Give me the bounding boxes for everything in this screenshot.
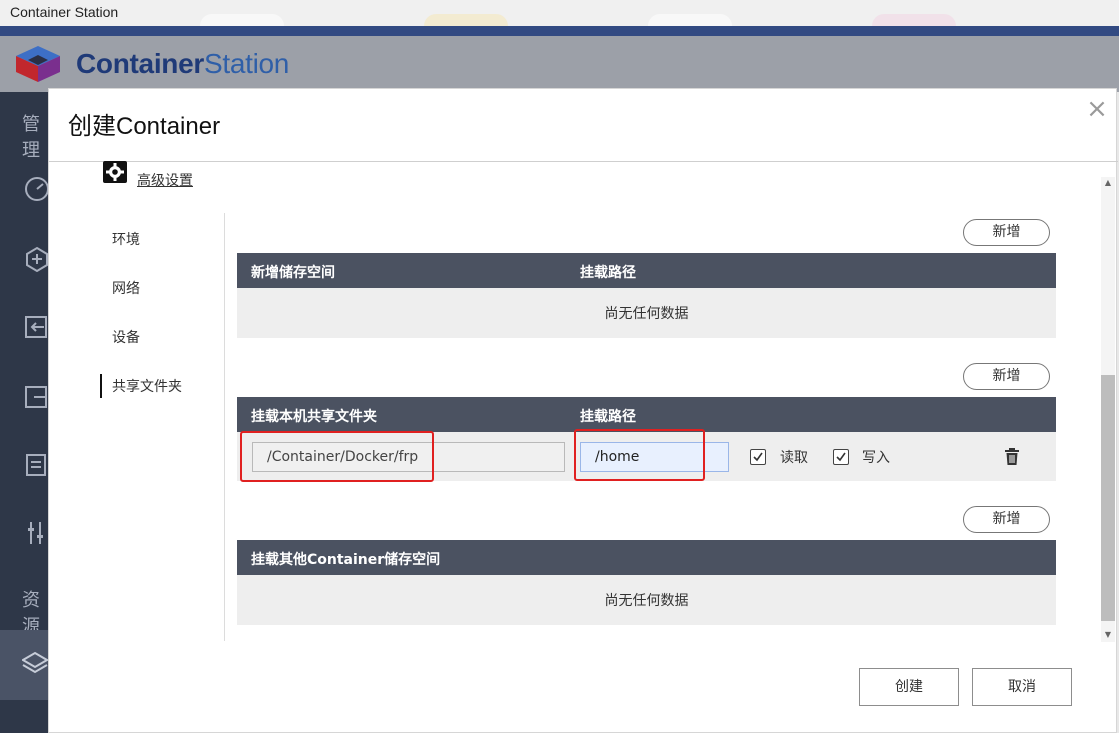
scroll-up-icon[interactable]: ▲ [1101,177,1115,189]
col-mount-path: 挂载路径 [580,265,636,281]
nav-device[interactable]: 设备 [112,327,140,347]
trash-icon[interactable] [1004,448,1020,466]
cancel-button[interactable]: 取消 [972,668,1072,706]
layers-icon [22,651,48,674]
read-label: 读取 [780,450,808,466]
create-button[interactable]: 创建 [859,668,959,706]
col-mount-path: 挂载路径 [580,409,636,425]
window-titlebar: Container Station [0,0,1119,38]
col-host-shared-folder: 挂载本机共享文件夹 [251,409,377,425]
logo-icon [16,46,60,82]
nav-active-indicator [100,374,102,398]
advanced-settings-link[interactable]: 高级设置 [137,170,193,190]
dialog-title: 创建Container [68,113,221,140]
write-label: 写入 [862,450,890,466]
shared-folder-table-header: 挂载本机共享文件夹 挂载路径 [237,397,1056,432]
scrollbar-thumb[interactable] [1101,375,1115,621]
scroll-down-icon[interactable]: ▼ [1101,629,1115,641]
scrollbar[interactable]: ▲ ▼ [1101,177,1115,642]
app-name: ContainerStation [76,48,289,80]
import-icon[interactable] [22,314,48,340]
nav-environment[interactable]: 环境 [112,229,140,249]
export-icon[interactable] [22,384,48,410]
left-sidebar: 管理 资源 [0,92,48,733]
app-header: ContainerStation [0,36,1119,92]
empty-message: 尚无任何数据 [604,593,689,609]
checkbox-icon [753,452,763,462]
nav-network[interactable]: 网络 [112,278,140,298]
empty-message: 尚无任何数据 [604,306,689,322]
read-checkbox[interactable] [750,449,766,465]
list-icon[interactable] [22,452,48,478]
container-storage-table-header: 挂载其他Container储存空间 [237,540,1056,575]
highlight-box-host [240,431,434,482]
col-container-storage: 挂载其他Container储存空间 [251,552,441,568]
add-shared-folder-button[interactable]: 新增 [963,363,1050,390]
container-storage-table-body: 尚无任何数据 [237,575,1056,625]
dialog-divider [49,161,1118,162]
add-storage-button[interactable]: 新增 [963,219,1050,246]
storage-table-header: 新增储存空间 挂载路径 [237,253,1056,288]
nav-shared-folder[interactable]: 共享文件夹 [112,376,182,396]
app-name-light: Station [203,48,290,79]
create-container-dialog: 创建Container × 高级设置 环境 网络 设备 共享文件夹 新增 新增储… [48,88,1118,733]
highlight-box-mount [574,429,705,481]
app-name-bold: Container [76,48,204,79]
close-icon[interactable]: × [1086,96,1108,122]
hexagon-plus-icon[interactable] [22,246,48,272]
sidebar-active-item[interactable] [0,630,48,700]
window-accent-strip [0,26,1119,36]
checkbox-icon [836,452,846,462]
sidebar-group-manage: 管理 [22,114,40,161]
write-checkbox[interactable] [833,449,849,465]
col-new-storage: 新增储存空间 [251,265,335,281]
dashboard-icon[interactable] [22,176,48,202]
nav-divider [224,213,225,641]
gear-icon [103,161,127,183]
window-title: Container Station [10,4,119,20]
storage-table-body: 尚无任何数据 [237,288,1056,338]
add-container-storage-button[interactable]: 新增 [963,506,1050,533]
sliders-icon[interactable] [22,520,48,546]
